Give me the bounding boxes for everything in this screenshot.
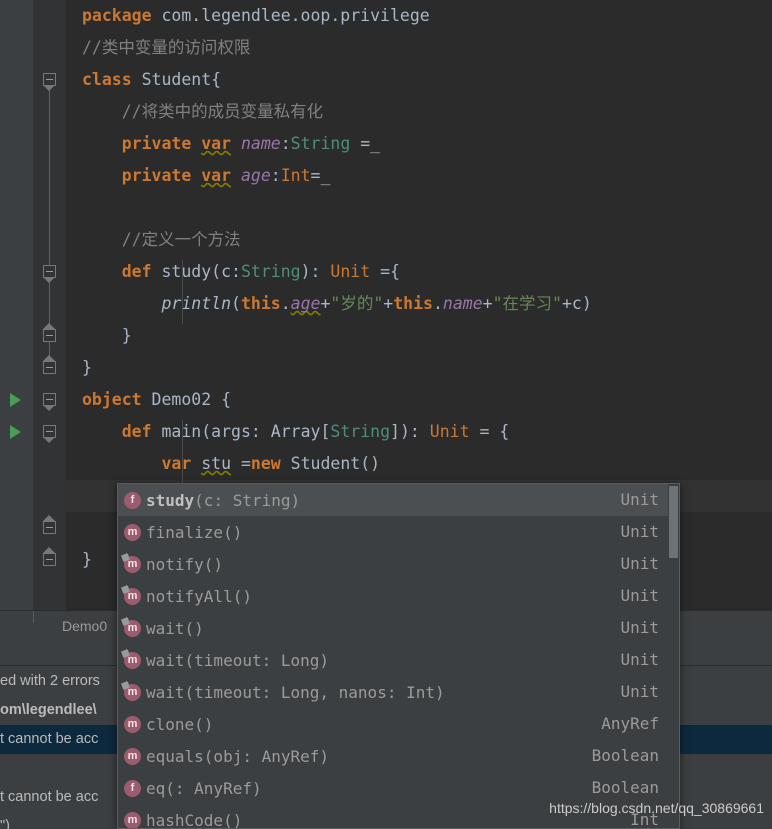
method-icon: m [124, 619, 141, 637]
completion-scrollbar[interactable] [668, 484, 679, 828]
code-line: def main(args: Array[String]): Unit = { [121, 422, 510, 441]
completion-item-name: clone [146, 714, 195, 734]
method-icon: m [124, 683, 141, 701]
completion-item-type: Unit [620, 522, 659, 541]
completion-item[interactable]: m clone() AnyRef [118, 708, 669, 740]
completion-item[interactable]: m finalize() Unit [118, 516, 669, 548]
completion-item[interactable]: f study (c: String) Unit [118, 484, 669, 516]
method-icon: m [124, 651, 141, 669]
completion-item-name: finalize [146, 522, 224, 542]
completion-item-name: equals [146, 746, 204, 766]
completion-item[interactable]: m equals (obj: AnyRef) Boolean [118, 740, 669, 772]
code-line: var stu =new Student() [161, 454, 381, 473]
completion-item-type: Unit [620, 682, 659, 701]
code-folding-strip[interactable] [10, 0, 66, 610]
indent-guide [182, 260, 183, 324]
completion-item-type: Unit [620, 490, 659, 509]
method-icon: m [124, 747, 141, 765]
completion-item-signature: (timeout: Long, nanos: Int) [184, 682, 445, 702]
code-line: //类中变量的访问权限 [82, 38, 251, 57]
fold-end-icon[interactable] [43, 355, 56, 374]
completion-item-type: Unit [620, 650, 659, 669]
completion-item-signature: (timeout: Long) [184, 650, 330, 670]
code-line: private var name:String =_ [121, 134, 381, 153]
code-line: println(this.age+"岁的"+this.name+"在学习"+c) [161, 294, 592, 313]
code-line: package com.legendlee.oop.privilege [82, 6, 430, 25]
completion-item-name: notify [146, 554, 204, 574]
completion-item-signature: () [203, 554, 224, 574]
completion-item[interactable]: m notify() Unit [118, 548, 669, 580]
completion-item-type: Unit [620, 586, 659, 605]
method-icon: m [124, 715, 141, 733]
method-icon: m [124, 587, 141, 605]
function-icon: f [124, 779, 141, 797]
watermark-url: https://blog.csdn.net/qq_30869661 [549, 800, 764, 816]
completion-item-name: wait [146, 682, 185, 702]
fold-end-icon[interactable] [43, 547, 56, 566]
completion-item[interactable]: m notifyAll() Unit [118, 580, 669, 612]
code-line: //将类中的成员变量私有化 [121, 102, 324, 121]
completion-item-signature: () [194, 714, 214, 734]
method-icon: m [124, 523, 141, 541]
function-icon: f [124, 491, 141, 509]
fold-collapse-icon[interactable] [43, 425, 56, 443]
method-icon: m [124, 555, 141, 573]
completion-item-signature: (: AnyRef) [165, 778, 262, 798]
code-completion-popup[interactable]: f study (c: String) Unit m finalize() Unit m not… [117, 483, 680, 829]
code-line: def study(c:String): Unit ={ [121, 262, 400, 281]
completion-item-name: eq [146, 778, 166, 798]
completion-item[interactable]: m wait() Unit [118, 612, 669, 644]
completion-item-list[interactable]: f study (c: String) Unit m finalize() Unit m not… [118, 484, 669, 828]
code-line: class Student{ [82, 70, 222, 89]
completion-item-name: study [146, 490, 195, 510]
completion-item[interactable]: m wait (timeout: Long, nanos: Int) Unit [118, 676, 669, 708]
completion-item[interactable]: m wait (timeout: Long) Unit [118, 644, 669, 676]
fold-end-icon[interactable] [43, 515, 56, 534]
completion-item-name: wait [146, 650, 185, 670]
completion-scrollbar-thumb[interactable] [669, 486, 678, 558]
run-gutter-icon[interactable] [10, 425, 21, 439]
ide-window: package com.legendlee.oop.privilege //类中变… [0, 0, 772, 829]
completion-item-signature: (obj: AnyRef) [203, 746, 330, 766]
completion-item-signature: (c: String) [194, 490, 301, 510]
completion-item-signature: () [232, 586, 252, 606]
code-line: } [121, 326, 132, 345]
editor-tab-label[interactable]: Demo0 [62, 618, 107, 634]
fold-end-icon[interactable] [43, 323, 56, 342]
completion-item-name: wait [146, 618, 185, 638]
fold-collapse-icon[interactable] [43, 393, 56, 411]
completion-item-signature: () [184, 618, 204, 638]
code-line: private var age:Int=_ [121, 166, 331, 185]
editor-left-strip [0, 0, 33, 610]
code-line: } [82, 358, 92, 377]
completion-item-type: Unit [620, 554, 659, 573]
code-line: //定义一个方法 [121, 230, 241, 249]
completion-item-type: AnyRef [601, 714, 659, 733]
completion-item-signature: () [223, 522, 243, 542]
run-gutter-icon[interactable] [10, 393, 21, 407]
completion-item-name: notifyAll [146, 586, 233, 606]
fold-collapse-icon[interactable] [43, 265, 56, 283]
code-line: object Demo02 { [82, 390, 232, 409]
fold-collapse-icon[interactable] [43, 73, 56, 91]
tab-divider [33, 611, 34, 623]
completion-item-type: Unit [620, 618, 659, 637]
completion-item-type: Boolean [591, 746, 659, 765]
fold-connector-line [49, 74, 50, 364]
